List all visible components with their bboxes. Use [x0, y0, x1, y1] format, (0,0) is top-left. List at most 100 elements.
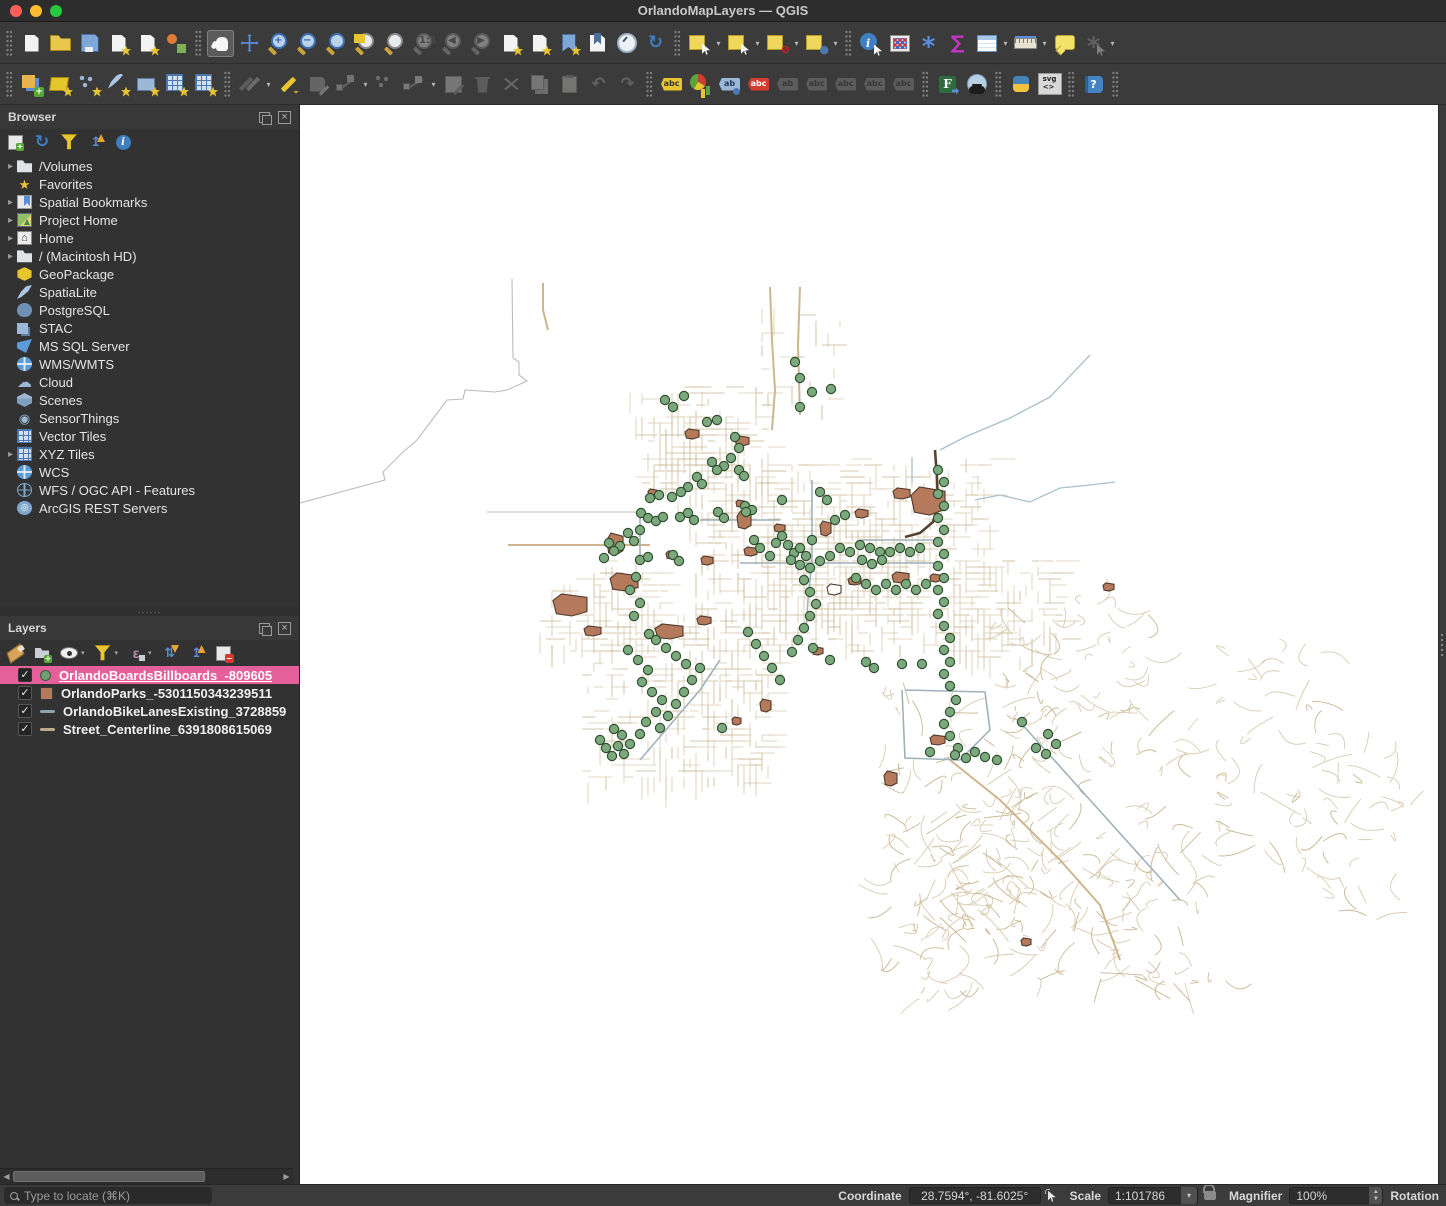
pin-unpin-labels-button[interactable]: ab [774, 71, 801, 98]
toolbar-grip-icon[interactable] [195, 30, 202, 56]
refresh-browser-button[interactable]: ↻ [33, 132, 51, 151]
undo-button[interactable]: ↶ [585, 71, 612, 98]
expand-all-button[interactable]: ⇅ [161, 644, 179, 662]
right-dock-strip[interactable] [1438, 105, 1446, 1184]
select-by-location-dropdown-icon[interactable]: ▾ [831, 39, 840, 48]
browser-item-volumes[interactable]: ▸ /Volumes [0, 157, 299, 175]
run-feature-action-button[interactable]: * [1080, 30, 1107, 60]
deselect-features-dropdown-icon[interactable]: ▾ [792, 39, 801, 48]
dock-grip-icon[interactable] [1440, 633, 1446, 659]
filter-browser-button[interactable] [60, 133, 78, 151]
save-layer-edits-button[interactable] [304, 71, 331, 98]
show-layout-manager-button[interactable] [134, 30, 161, 57]
open-attribute-table-button[interactable] [973, 30, 1000, 57]
browser-item-wms-wmts[interactable]: WMS/WMTS [0, 355, 299, 373]
pan-map-button[interactable] [207, 29, 234, 57]
new-3d-map-view-button[interactable] [526, 30, 553, 57]
run-feature-action-dropdown-icon[interactable]: ▾ [1108, 39, 1117, 48]
browser-item-geopackage[interactable]: GeoPackage [0, 265, 299, 283]
delete-selected-button[interactable] [469, 71, 496, 98]
toolbar-grip-icon[interactable] [224, 71, 231, 97]
manage-map-themes-button[interactable] [60, 644, 78, 662]
modify-attributes-button[interactable] [440, 71, 467, 98]
cut-features-button[interactable] [498, 71, 525, 98]
new-virtual-layer-button[interactable] [163, 71, 190, 98]
expand-arrow-icon[interactable]: ▸ [4, 449, 17, 460]
zoom-to-layer-button[interactable] [352, 30, 379, 57]
add-selected-layers-button[interactable] [6, 133, 24, 151]
processing-toolbox-button[interactable]: * [915, 30, 942, 60]
new-spatialite-layer-button[interactable] [105, 71, 132, 98]
measure-line-button[interactable] [1012, 30, 1039, 57]
measure-line-dropdown-icon[interactable]: ▾ [1040, 39, 1049, 48]
zoom-out-button[interactable]: − [294, 30, 321, 57]
add-point-feature-button[interactable] [372, 71, 399, 98]
copy-features-button[interactable] [527, 71, 554, 98]
toolbar-grip-icon[interactable] [922, 71, 929, 97]
plugin-f-button[interactable]: F [934, 71, 961, 98]
toolbar-grip-icon[interactable] [845, 30, 852, 56]
refresh-map-button[interactable]: ↻ [642, 30, 669, 57]
browser-item-scenes[interactable]: Scenes [0, 391, 299, 409]
new-shapefile-layer-button[interactable] [76, 71, 103, 98]
layer-visibility-checkbox[interactable]: ✓ [18, 704, 32, 718]
filter-by-expression-dropdown-icon[interactable]: ▾ [148, 649, 152, 657]
identify-features-button[interactable]: i [857, 30, 884, 57]
chevron-down-icon[interactable]: ▾ [1181, 1187, 1197, 1204]
expand-arrow-icon[interactable]: ▸ [4, 197, 17, 208]
highlight-pinned-labels-button[interactable]: abc [745, 71, 772, 98]
browser-item-spatialite[interactable]: SpatiaLite [0, 283, 299, 301]
browser-item-project-home[interactable]: ▸ Project Home [0, 211, 299, 229]
mouse-position-icon[interactable] [1044, 1188, 1059, 1203]
manage-map-themes-dropdown-icon[interactable]: ▾ [81, 649, 85, 657]
add-line-feature-button[interactable] [333, 71, 360, 98]
pin-labels-button[interactable]: ab [716, 71, 743, 98]
zoom-in-button[interactable]: + [265, 30, 292, 57]
layer-visibility-checkbox[interactable]: ✓ [18, 686, 32, 700]
filter-legend-dropdown-icon[interactable]: ▾ [115, 649, 119, 657]
select-features-button[interactable] [686, 30, 713, 57]
open-attribute-table-dropdown-icon[interactable]: ▾ [1001, 39, 1010, 48]
browser-item-sensorthings[interactable]: ◉ SensorThings [0, 409, 299, 427]
select-features-dropdown-icon[interactable]: ▾ [714, 39, 723, 48]
properties-widget-button[interactable]: i [114, 133, 132, 151]
toolbar-grip-icon[interactable] [1068, 71, 1075, 97]
add-line-feature-dropdown-icon[interactable]: ▾ [361, 80, 370, 89]
float-panel-icon[interactable] [259, 111, 272, 125]
statistical-summary-button[interactable]: ∑ [944, 30, 971, 57]
scale-combobox[interactable]: 1:101786 ▾ [1108, 1187, 1198, 1204]
new-mesh-layer-button[interactable] [192, 71, 219, 98]
float-panel-icon[interactable] [259, 622, 272, 636]
paste-features-button[interactable] [556, 71, 583, 98]
new-map-view-button[interactable] [497, 30, 524, 57]
filter-legend-button[interactable] [94, 644, 112, 662]
toolbar-grip-icon[interactable] [995, 71, 1002, 97]
zoom-native-button[interactable]: 1:1 [410, 30, 437, 57]
expand-arrow-icon[interactable]: ▸ [4, 215, 17, 226]
spinner-arrows-icon[interactable]: ▲ ▼ [1369, 1187, 1383, 1204]
select-by-location-button[interactable]: ● [803, 30, 830, 57]
toolbar-grip-icon[interactable] [646, 71, 653, 97]
lock-scale-icon[interactable] [1203, 1185, 1216, 1200]
temporal-controller-button[interactable] [613, 30, 640, 57]
change-label-button[interactable]: abc [890, 71, 917, 98]
open-data-source-manager-button[interactable] [18, 71, 45, 98]
expand-arrow-icon[interactable]: ▸ [4, 161, 17, 172]
collapse-all-button[interactable]: ↥ [87, 133, 105, 151]
browser-item-postgresql[interactable]: PostgreSQL [0, 301, 299, 319]
new-temporary-scratch-layer-button[interactable] [134, 71, 161, 98]
toolbar-grip-icon[interactable] [6, 71, 13, 97]
new-project-button[interactable] [18, 30, 45, 57]
layer-visibility-checkbox[interactable]: ✓ [18, 668, 32, 682]
deselect-features-button[interactable]: ⊘ [764, 30, 791, 57]
expand-arrow-icon[interactable]: ▸ [4, 233, 17, 244]
toggle-editing-button[interactable] [275, 71, 302, 98]
magnifier-spinner[interactable]: 100% ▲ ▼ [1289, 1187, 1384, 1204]
redo-button[interactable]: ↷ [614, 71, 641, 98]
show-hide-labels-button[interactable]: abc [803, 71, 830, 98]
scroll-right-icon[interactable]: ▶ [281, 1171, 292, 1182]
vertex-tool-dropdown-icon[interactable]: ▾ [429, 80, 438, 89]
new-geopackage-layer-button[interactable] [47, 71, 74, 98]
vertex-tool-button[interactable] [401, 71, 428, 98]
browser-item-macintosh-hd[interactable]: ▸ / (Macintosh HD) [0, 247, 299, 265]
